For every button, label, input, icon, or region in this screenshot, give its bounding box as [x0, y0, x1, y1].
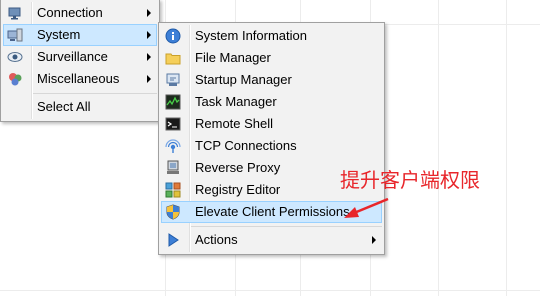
menu-item-label: Surveillance — [37, 49, 108, 64]
menu-item-miscellaneous[interactable]: Miscellaneous — [3, 68, 157, 90]
menu-item-label: Elevate Client Permissions — [195, 204, 350, 219]
menu-item-startup-manager[interactable]: Startup Manager — [161, 69, 382, 91]
folder-icon — [165, 53, 181, 65]
system-computer-icon — [7, 28, 23, 42]
task-manager-icon — [165, 94, 181, 110]
menu-separator — [33, 93, 157, 94]
menu-item-label: TCP Connections — [195, 138, 297, 153]
menu-item-task-manager[interactable]: Task Manager — [161, 91, 382, 113]
submenu-arrow-icon — [147, 9, 151, 17]
grid-line — [0, 290, 540, 291]
submenu-arrow-icon — [372, 236, 376, 244]
submenu-arrow-icon — [147, 75, 151, 83]
menu-item-connection[interactable]: Connection — [3, 2, 157, 24]
info-icon — [165, 28, 181, 44]
grid-line — [506, 0, 507, 296]
menu-item-label: File Manager — [195, 50, 271, 65]
menu-item-label: Task Manager — [195, 94, 277, 109]
context-menu-main: Connection System Surveillance Miscellan… — [0, 0, 160, 122]
network-icon — [165, 139, 181, 153]
menu-item-label: Select All — [37, 99, 91, 114]
eye-icon — [7, 52, 23, 62]
menu-item-label: Startup Manager — [195, 72, 292, 87]
submenu-arrow-icon — [147, 53, 151, 61]
submenu-arrow-icon — [147, 31, 151, 39]
menu-item-system[interactable]: System — [3, 24, 157, 46]
menu-item-label: Miscellaneous — [37, 71, 120, 86]
play-icon — [168, 233, 179, 247]
uac-shield-icon — [166, 204, 180, 220]
menu-item-label: Remote Shell — [195, 116, 274, 131]
menu-item-label: System — [37, 27, 81, 42]
menu-separator — [191, 226, 382, 227]
menu-item-tcp-connections[interactable]: TCP Connections — [161, 135, 382, 157]
menu-item-system-information[interactable]: System Information — [161, 25, 382, 47]
menu-item-label: System Information — [195, 28, 307, 43]
menu-item-label: Actions — [195, 232, 238, 247]
menu-item-label: Registry Editor — [195, 182, 281, 197]
startup-icon — [166, 73, 180, 86]
menu-item-file-manager[interactable]: File Manager — [161, 47, 382, 69]
misc-icon — [9, 73, 22, 86]
menu-item-surveillance[interactable]: Surveillance — [3, 46, 157, 68]
annotation-text: 提升客户端权限 — [340, 168, 480, 192]
registry-icon — [165, 182, 181, 198]
terminal-icon — [165, 117, 181, 131]
menu-item-remote-shell[interactable]: Remote Shell — [161, 113, 382, 135]
grid-line — [438, 0, 439, 296]
menu-item-label: Reverse Proxy — [195, 160, 281, 175]
menu-item-select-all[interactable]: Select All — [3, 96, 157, 118]
annotation-arrow-icon — [344, 197, 389, 218]
connection-icon — [8, 7, 21, 20]
proxy-icon — [167, 160, 179, 174]
menu-item-actions[interactable]: Actions — [161, 229, 382, 251]
menu-item-label: Connection — [37, 5, 103, 20]
